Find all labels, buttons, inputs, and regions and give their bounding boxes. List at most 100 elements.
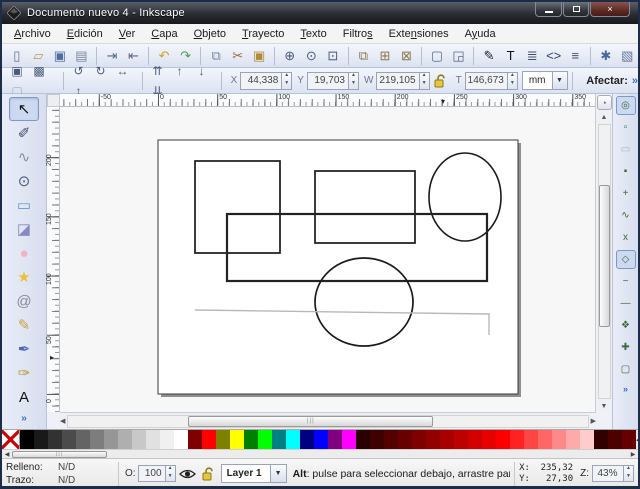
- color-swatch[interactable]: [118, 430, 132, 449]
- ellipse-tool[interactable]: ●: [9, 241, 39, 265]
- color-swatch[interactable]: [146, 430, 160, 449]
- snap-nodes-icon[interactable]: +: [616, 184, 636, 203]
- color-swatch[interactable]: [300, 430, 314, 449]
- snap-rotation-center-icon[interactable]: ✚: [616, 338, 636, 357]
- text-tool[interactable]: A: [9, 385, 39, 409]
- color-swatch[interactable]: [244, 430, 258, 449]
- box3d-tool[interactable]: ◪: [9, 217, 39, 241]
- rotate-ccw-icon[interactable]: ↺: [68, 61, 88, 81]
- zoom-drawing-icon[interactable]: ⊙: [302, 46, 322, 66]
- color-swatch[interactable]: [384, 430, 398, 449]
- canvas-viewport[interactable]: [60, 107, 595, 412]
- fill-stroke-dialog-icon[interactable]: ✎: [479, 46, 499, 66]
- width-field[interactable]: 219,105▲▼: [376, 72, 429, 90]
- snap-bbox-icon[interactable]: ▫: [616, 118, 636, 137]
- snap-path-intersections-icon[interactable]: x: [616, 228, 636, 247]
- pen-tool[interactable]: ✒: [9, 337, 39, 361]
- color-swatch[interactable]: [454, 430, 468, 449]
- y-field[interactable]: 19,703▲▼: [307, 72, 359, 90]
- vertical-scroll-thumb[interactable]: [599, 185, 610, 327]
- color-swatch[interactable]: [594, 430, 608, 449]
- snap-toggle-icon[interactable]: ◎: [616, 96, 636, 115]
- color-swatch[interactable]: [258, 430, 272, 449]
- cut-icon[interactable]: ✂: [228, 46, 248, 66]
- menu-archivo[interactable]: Archivo: [6, 26, 59, 42]
- menu-trayecto[interactable]: Trayecto: [234, 26, 292, 42]
- zoom-field[interactable]: 43%▲▼: [592, 465, 634, 482]
- snapbar-overflow-button[interactable]: »: [623, 384, 628, 394]
- color-swatch[interactable]: [440, 430, 454, 449]
- scroll-right-icon[interactable]: ▶: [591, 415, 596, 427]
- color-swatch[interactable]: [328, 430, 342, 449]
- layer-lock-icon[interactable]: [202, 467, 215, 481]
- group-icon[interactable]: ▢: [427, 46, 447, 66]
- horizontal-scroll-track[interactable]: |||: [67, 415, 588, 428]
- color-swatch[interactable]: [230, 430, 244, 449]
- color-swatch[interactable]: [510, 430, 524, 449]
- color-swatch[interactable]: [132, 430, 146, 449]
- xml-editor-icon[interactable]: <>: [544, 46, 564, 66]
- color-swatch[interactable]: [314, 430, 328, 449]
- duplicate-icon[interactable]: ⧉: [354, 46, 374, 66]
- x-field[interactable]: 44,338▲▼: [240, 72, 292, 90]
- horizontal-scroll-thumb[interactable]: |||: [188, 416, 433, 427]
- paste-icon[interactable]: ▣: [249, 46, 269, 66]
- snap-bbox-corners-icon[interactable]: ▪: [616, 162, 636, 181]
- snap-object-centers-icon[interactable]: ❖: [616, 316, 636, 335]
- minimize-button[interactable]: [535, 2, 562, 17]
- raise-icon[interactable]: ↑: [170, 61, 190, 81]
- node-tool[interactable]: ✐: [9, 121, 39, 145]
- color-swatch[interactable]: [48, 430, 62, 449]
- ungroup-icon[interactable]: ◲: [449, 46, 469, 66]
- spiral-tool[interactable]: @: [9, 289, 39, 313]
- zoom-tool[interactable]: ⊙: [9, 169, 39, 193]
- lower-icon[interactable]: ↓: [192, 61, 212, 81]
- horizontal-ruler[interactable]: -50050100150200250300350▾: [60, 94, 595, 107]
- layer-dropdown[interactable]: Layer 1 ▼: [221, 464, 287, 483]
- color-swatch[interactable]: [286, 430, 300, 449]
- rectangle-tool[interactable]: ▭: [9, 193, 39, 217]
- color-swatch[interactable]: [62, 430, 76, 449]
- color-swatch[interactable]: [622, 430, 636, 449]
- menu-objeto[interactable]: Objeto: [186, 26, 234, 42]
- zoom-selection-icon[interactable]: ⊕: [280, 46, 300, 66]
- color-swatch[interactable]: [342, 430, 356, 449]
- flip-horizontal-icon[interactable]: ↔: [112, 61, 132, 81]
- color-swatch[interactable]: [426, 430, 440, 449]
- palette-scroll-left-icon[interactable]: ◀: [2, 451, 12, 458]
- scroll-up-icon[interactable]: ▲: [601, 111, 608, 123]
- text-dialog-icon[interactable]: T: [501, 46, 521, 66]
- snap-midpoints-icon[interactable]: —: [616, 294, 636, 313]
- no-color-swatch[interactable]: [2, 430, 20, 449]
- menu-ayuda[interactable]: Ayuda: [457, 26, 504, 42]
- menu-filtros[interactable]: Filtros: [335, 26, 381, 42]
- color-swatch[interactable]: [90, 430, 104, 449]
- color-swatch[interactable]: [468, 430, 482, 449]
- menu-capa[interactable]: Capa: [143, 26, 185, 42]
- palette-overflow-arrow[interactable]: ◂: [636, 430, 640, 449]
- scroll-left-icon[interactable]: ◀: [60, 415, 65, 427]
- unlink-clone-icon[interactable]: ⊠: [397, 46, 417, 66]
- snap-cusp-nodes-icon[interactable]: ◇: [616, 250, 636, 269]
- preferences-icon[interactable]: ✱: [596, 46, 616, 66]
- close-button[interactable]: ×: [590, 2, 630, 17]
- color-swatch[interactable]: [524, 430, 538, 449]
- color-swatch[interactable]: [188, 430, 202, 449]
- color-swatch[interactable]: [496, 430, 510, 449]
- height-field[interactable]: 146,673▲▼: [465, 72, 518, 90]
- color-swatch[interactable]: [272, 430, 286, 449]
- clone-icon[interactable]: ⊞: [375, 46, 395, 66]
- color-swatch[interactable]: [552, 430, 566, 449]
- color-swatch[interactable]: [412, 430, 426, 449]
- color-swatch[interactable]: [160, 430, 174, 449]
- color-swatch[interactable]: [76, 430, 90, 449]
- color-swatch[interactable]: [356, 430, 370, 449]
- selector-tool[interactable]: ↖: [9, 97, 39, 121]
- color-swatch[interactable]: [580, 430, 594, 449]
- layers-dialog-icon[interactable]: ≣: [522, 46, 542, 66]
- menu-extensiones[interactable]: Extensiones: [381, 26, 457, 42]
- color-swatch[interactable]: [370, 430, 384, 449]
- color-swatch[interactable]: [538, 430, 552, 449]
- layer-visibility-eye-icon[interactable]: [179, 468, 196, 480]
- color-swatch[interactable]: [104, 430, 118, 449]
